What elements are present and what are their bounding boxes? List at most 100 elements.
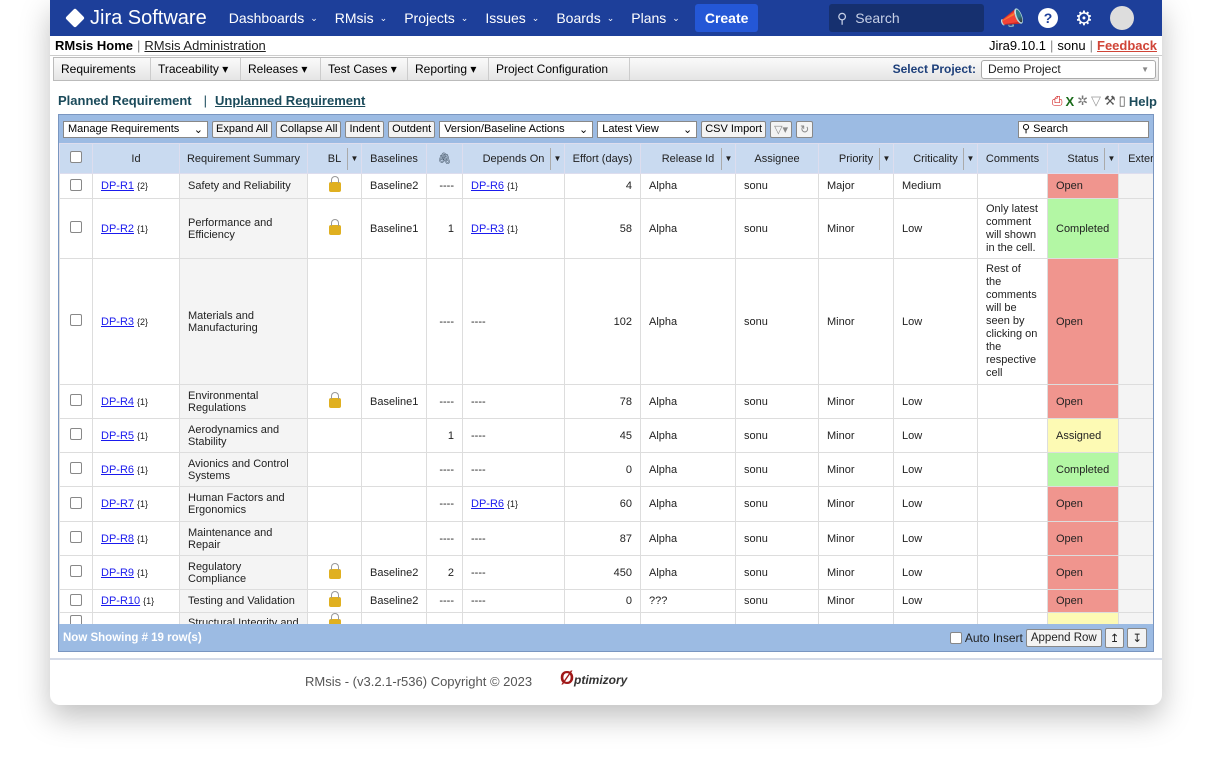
expand-all-button[interactable]: Expand All — [212, 120, 272, 138]
nav-rmsis[interactable]: RMsis ⌄ — [335, 10, 387, 26]
help-icon[interactable]: ? — [1038, 8, 1058, 28]
column-header[interactable]: Assignee — [735, 143, 819, 174]
release-cell[interactable]: ??? — [640, 589, 736, 613]
jira-logo[interactable]: Jira Software — [65, 7, 207, 30]
column-header[interactable]: Depends On ▼ — [462, 143, 565, 174]
row-checkbox[interactable] — [70, 593, 82, 606]
table-row[interactable]: DP-R6 {1} Avionics and Control Systems --… — [59, 452, 1153, 487]
depends-on-cell[interactable]: ---- — [462, 555, 565, 590]
append-row-button[interactable]: Append Row — [1025, 629, 1102, 647]
release-cell[interactable]: Alpha — [640, 173, 736, 199]
depends-link[interactable]: DP-R6 — [471, 498, 504, 510]
megaphone-icon[interactable]: 📣 — [1000, 6, 1025, 30]
release-cell[interactable]: Alpha — [640, 258, 736, 385]
row-checkbox[interactable] — [70, 221, 82, 233]
rmsis-admin-link[interactable]: RMsis Administration — [144, 38, 265, 53]
effort-cell[interactable]: 0 — [564, 589, 641, 613]
move-down-button[interactable]: ↧ — [1127, 628, 1147, 648]
criticality-cell[interactable]: Low — [893, 418, 978, 453]
summary-cell[interactable]: Maintenance and Repair — [179, 521, 308, 556]
release-cell[interactable]: Alpha — [640, 418, 736, 453]
depends-on-cell[interactable] — [462, 612, 565, 624]
attachments-cell[interactable]: ---- — [426, 173, 463, 199]
column-header[interactable]: Effort (days) — [564, 143, 641, 174]
effort-cell[interactable]: 0 — [564, 452, 641, 487]
row-checkbox[interactable] — [70, 462, 82, 474]
excel-export-icon[interactable]: X — [1065, 94, 1074, 109]
requirement-id-link[interactable]: DP-R3 — [101, 316, 134, 328]
effort-cell[interactable]: 450 — [564, 555, 641, 590]
baselines-cell[interactable] — [361, 521, 427, 556]
criticality-cell[interactable]: Low — [893, 486, 978, 522]
priority-cell[interactable]: Minor — [818, 555, 894, 590]
requirement-id-link[interactable]: DP-R8 — [101, 533, 134, 545]
nav-boards[interactable]: Boards ⌄ — [556, 10, 614, 26]
tab-unplanned-requirement[interactable]: Unplanned Requirement — [215, 93, 365, 108]
menu-traceability[interactable]: Traceability ▾ — [151, 58, 241, 80]
row-checkbox[interactable] — [70, 178, 82, 191]
status-cell[interactable]: Open — [1047, 258, 1119, 385]
external-cell[interactable] — [1118, 384, 1153, 419]
summary-cell[interactable]: Performance and Efficiency — [179, 198, 308, 259]
help-link[interactable]: Help — [1129, 94, 1157, 109]
comments-cell[interactable]: Rest of the comments will be seen by cli… — [977, 258, 1048, 385]
nav-dashboards[interactable]: Dashboards ⌄ — [229, 10, 318, 26]
assignee-cell[interactable]: sonu — [735, 173, 819, 199]
tab-planned-requirement[interactable]: Planned Requirement — [58, 93, 192, 108]
priority-cell[interactable]: Minor — [818, 418, 894, 453]
status-cell[interactable]: Assigned — [1047, 418, 1119, 453]
priority-cell[interactable]: Major — [818, 173, 894, 199]
column-header[interactable]: Release Id ▼ — [640, 143, 736, 174]
depends-link[interactable]: DP-R3 — [471, 223, 504, 235]
assignee-cell[interactable]: sonu — [735, 258, 819, 385]
criticality-cell[interactable]: Low — [893, 258, 978, 385]
requirement-id-link[interactable]: DP-R6 — [101, 464, 134, 476]
nav-projects[interactable]: Projects ⌄ — [404, 10, 468, 26]
column-menu-icon[interactable]: ▼ — [963, 148, 977, 170]
row-checkbox[interactable] — [70, 565, 82, 577]
requirement-id-link[interactable]: DP-R4 — [101, 396, 134, 408]
row-checkbox[interactable] — [70, 496, 82, 509]
status-cell[interactable] — [1047, 612, 1119, 624]
menu-reporting[interactable]: Reporting ▾ — [408, 58, 489, 80]
outdent-button[interactable]: Outdent — [388, 120, 436, 138]
depends-on-cell[interactable]: DP-R6 {1} — [462, 173, 565, 199]
requirement-id-link[interactable]: DP-R5 — [101, 430, 134, 442]
attachments-cell[interactable]: ---- — [426, 258, 463, 385]
summary-cell[interactable]: Regulatory Compliance — [179, 555, 308, 590]
column-header[interactable]: Criticality ▼ — [893, 143, 978, 174]
release-cell[interactable] — [640, 612, 736, 624]
tools-icon[interactable]: ⚒ — [1104, 93, 1116, 109]
effort-cell[interactable]: 87 — [564, 521, 641, 556]
table-row[interactable]: DP-R9 {1} Regulatory Compliance Baseline2… — [59, 555, 1153, 590]
attachments-cell[interactable]: 2 — [426, 555, 463, 590]
criticality-cell[interactable]: Low — [893, 521, 978, 556]
depends-on-cell[interactable]: DP-R6 {1} — [462, 486, 565, 522]
menu-requirements[interactable]: Requirements — [54, 58, 151, 80]
assignee-cell[interactable] — [735, 612, 819, 624]
external-cell[interactable] — [1118, 486, 1153, 522]
grid-search-input[interactable]: ⚲ Search — [1018, 120, 1149, 138]
row-checkbox[interactable] — [70, 615, 82, 624]
external-cell[interactable] — [1118, 589, 1153, 613]
attachments-cell[interactable]: ---- — [426, 521, 463, 556]
assignee-cell[interactable]: sonu — [735, 521, 819, 556]
depends-on-cell[interactable]: ---- — [462, 521, 565, 556]
column-header[interactable] — [59, 143, 93, 174]
baselines-cell[interactable] — [361, 258, 427, 385]
external-cell[interactable] — [1118, 258, 1153, 385]
filter-icon[interactable]: ▽ — [1091, 93, 1101, 109]
release-cell[interactable]: Alpha — [640, 521, 736, 556]
collapse-all-button[interactable]: Collapse All — [275, 120, 342, 138]
status-cell[interactable]: Open — [1047, 384, 1119, 419]
release-cell[interactable]: Alpha — [640, 384, 736, 419]
help-doc-icon[interactable]: ▯ — [1119, 93, 1126, 109]
assignee-cell[interactable]: sonu — [735, 555, 819, 590]
refresh-icon[interactable]: ↻ — [796, 120, 814, 138]
column-menu-icon[interactable]: ▼ — [721, 148, 735, 170]
csv-import-button[interactable]: CSV Import — [701, 120, 767, 138]
comments-cell[interactable] — [977, 555, 1048, 590]
table-row[interactable]: DP-R3 {2} Materials and Manufacturing ---… — [59, 258, 1153, 385]
criticality-cell[interactable]: Low — [893, 589, 978, 613]
row-checkbox[interactable] — [70, 428, 82, 440]
